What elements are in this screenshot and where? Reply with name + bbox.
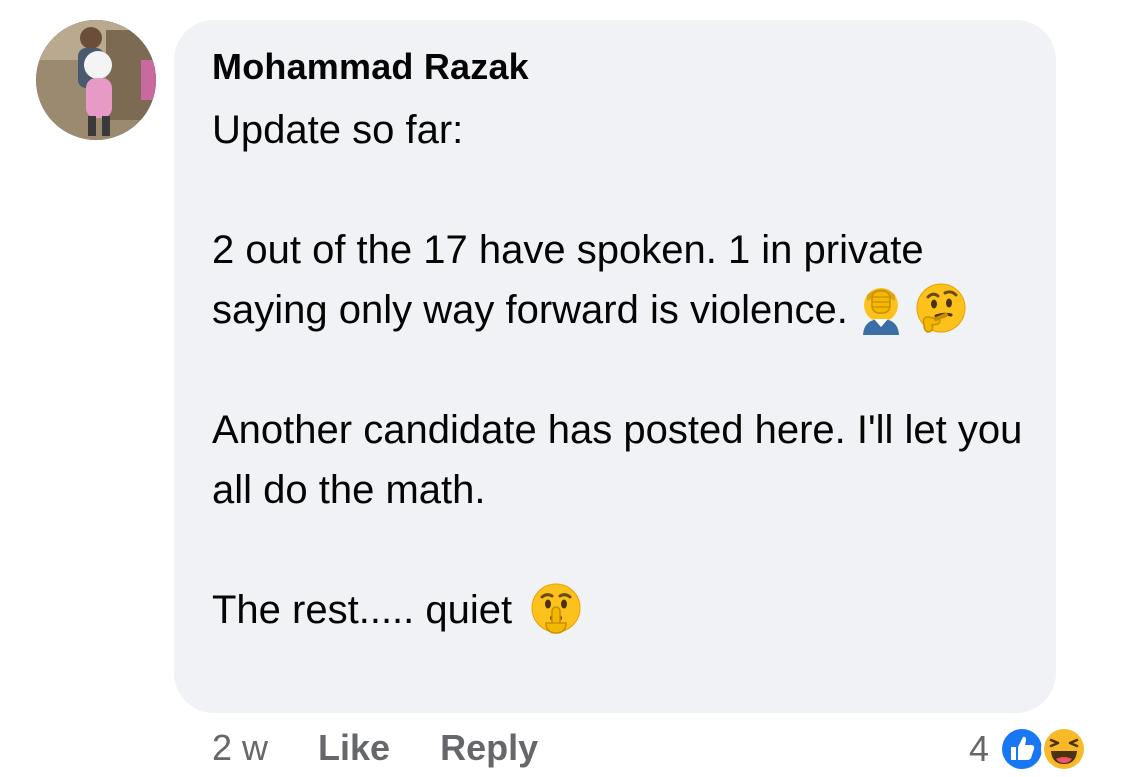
- comment-paragraph: Another candidate has posted here. I'll …: [212, 408, 1023, 512]
- author-avatar[interactable]: [36, 20, 156, 140]
- face-palm-emoji: [854, 281, 908, 335]
- comment-paragraph: 2 out of the 17 have spoken. 1 in privat…: [212, 220, 1032, 340]
- comment-paragraph-text: 2 out of the 17 have spoken. 1 in privat…: [212, 228, 924, 332]
- comment-paragraph: Update so far:: [212, 108, 464, 152]
- comment-author-name[interactable]: Mohammad Razak: [212, 46, 529, 88]
- comment-paragraph: The rest..... quiet: [212, 580, 1032, 640]
- shushing-face-emoji: [529, 581, 583, 635]
- reaction-count: 4: [968, 728, 989, 769]
- comment-body: Update so far: 2 out of the 17 have spok…: [212, 100, 1032, 640]
- comment-paragraph-text: The rest..... quiet: [212, 588, 513, 632]
- reactions-summary[interactable]: 4: [969, 724, 1089, 774]
- like-button[interactable]: Like: [318, 727, 390, 769]
- reply-button[interactable]: Reply: [440, 727, 538, 769]
- comment-timestamp[interactable]: 2 w: [212, 727, 268, 769]
- comment-actions: 2 w Like Reply: [212, 727, 538, 769]
- thinking-face-emoji: [914, 281, 968, 335]
- haha-reaction-icon: [1039, 724, 1089, 774]
